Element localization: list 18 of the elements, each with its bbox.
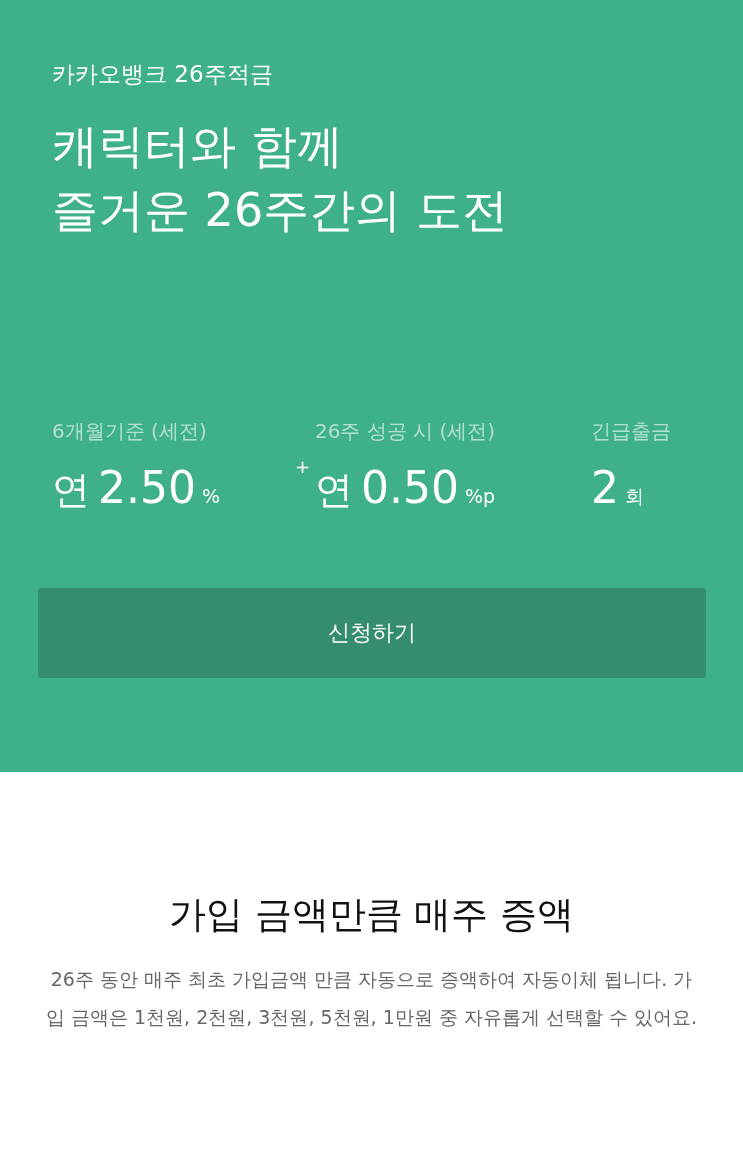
stat-value: 2.50 xyxy=(98,462,196,514)
stat-unit: %p xyxy=(464,485,496,507)
stat-unit: 회 xyxy=(625,484,644,509)
stat-value: 2 xyxy=(591,462,619,514)
section-description: 26주 동안 매주 최초 가입금액 만큼 자동으로 증액하여 자동이체 됩니다. 가입 금액은 1천원, 2천원, 3천원, 5천원, 1만원 중 자유롭게 선택할 수 있어요. xyxy=(44,967,699,1030)
stat-label: 26주 성공 시 (세전) xyxy=(315,418,497,444)
stat-prefix: 연 xyxy=(52,467,90,514)
stat-label: 긴급출금 xyxy=(591,418,672,444)
stat-label: 6개월기준 (세전) xyxy=(52,418,208,444)
plus-sign: + xyxy=(295,456,311,477)
stat-prefix: 연 xyxy=(315,467,353,514)
section-title: 가입 금액만큼 매주 증액 xyxy=(168,892,575,938)
apply-button[interactable]: 신청하기 xyxy=(38,588,706,678)
product-name: 카카오뱅크 26주적금 xyxy=(52,60,274,89)
headline: 캐릭터와 함께 xyxy=(52,118,344,175)
headline: 즐거운 26주간의 도전 xyxy=(52,182,509,239)
stat-value: 0.50 xyxy=(361,462,459,514)
stat-unit: % xyxy=(201,485,221,507)
